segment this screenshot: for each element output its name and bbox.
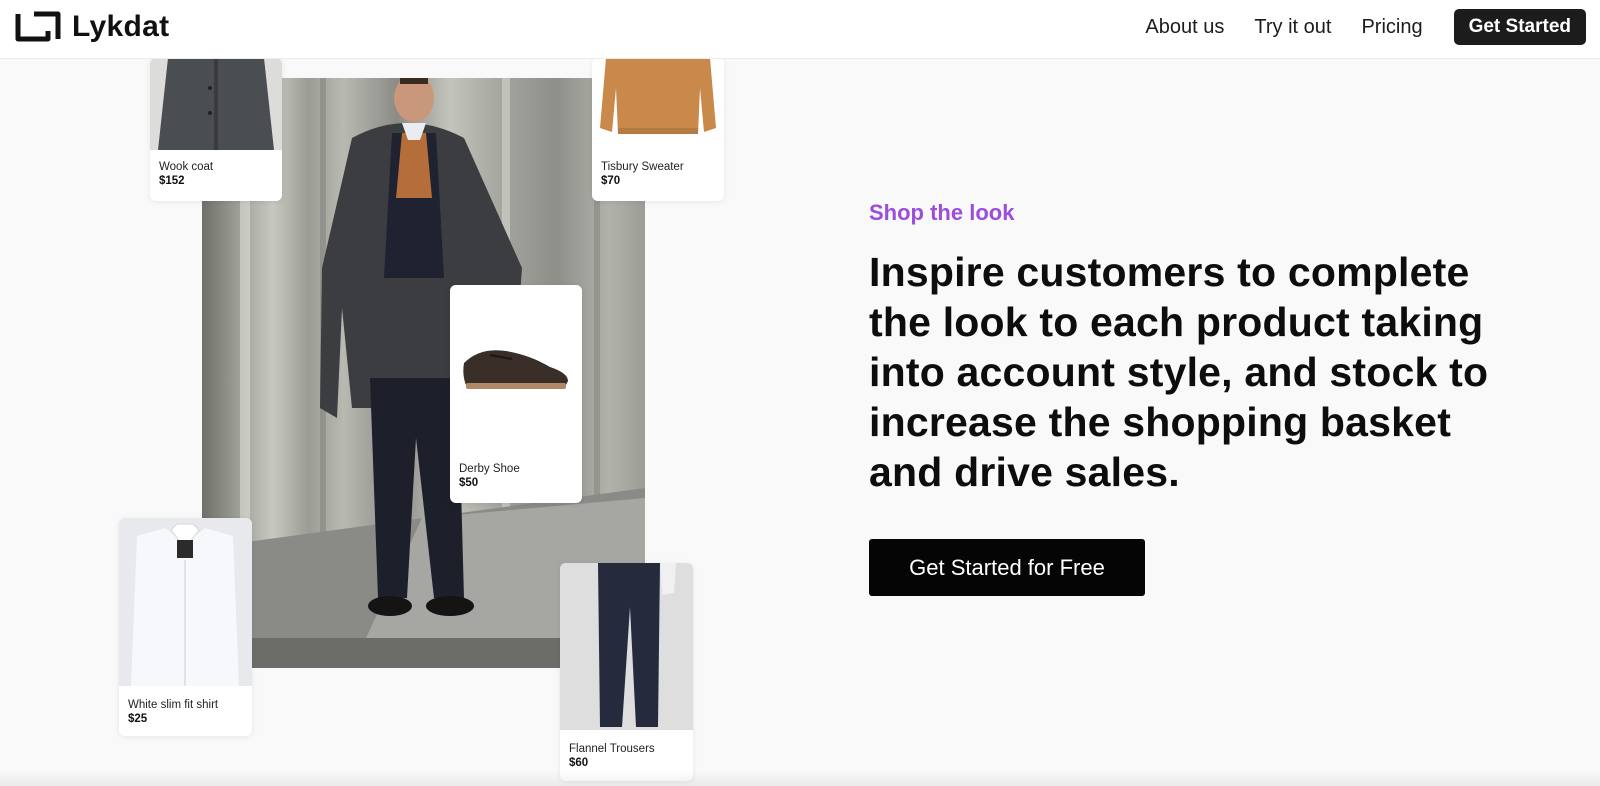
product-image-white-slim-fit-shirt: [119, 518, 252, 686]
section-eyebrow: Shop the look: [869, 200, 1015, 225]
product-image-derby-shoe: [450, 285, 582, 450]
product-card-flannel-trousers[interactable]: Flannel Trousers $60: [560, 563, 693, 781]
product-card-derby-shoe[interactable]: Derby Shoe $50: [450, 285, 582, 503]
get-started-free-button[interactable]: Get Started for Free: [869, 539, 1145, 596]
product-price: $60: [569, 757, 589, 769]
nav-link-pricing[interactable]: Pricing: [1361, 9, 1422, 45]
nav-link-try-it-out[interactable]: Try it out: [1254, 9, 1331, 45]
product-name: Wook coat: [159, 161, 214, 173]
lykdat-logo-icon: [15, 11, 61, 42]
product-card-wook-coat[interactable]: Wook coat $152: [150, 58, 282, 201]
bottom-shadow: [0, 770, 1600, 786]
nav-links: About us Try it out Pricing Get Started: [1145, 9, 1586, 45]
product-card-tisbury-sweater[interactable]: Tisbury Sweater $70: [592, 58, 724, 201]
get-started-button[interactable]: Get Started: [1453, 9, 1586, 45]
nav-link-about[interactable]: About us: [1145, 9, 1224, 45]
product-card-white-slim-fit-shirt[interactable]: White slim fit shirt $25: [119, 518, 252, 736]
brand-logo[interactable]: Lykdat: [14, 10, 169, 44]
product-name: White slim fit shirt: [128, 699, 219, 711]
product-price: $152: [159, 175, 185, 187]
product-price: $25: [128, 713, 148, 725]
top-navbar: Lykdat About us Try it out Pricing Get S…: [0, 0, 1600, 59]
product-name: Flannel Trousers: [569, 743, 655, 755]
brand-name: Lykdat: [72, 10, 170, 43]
product-price: $50: [459, 477, 479, 489]
product-price: $70: [601, 175, 621, 187]
product-name: Derby Shoe: [459, 463, 520, 475]
hero-headline: Inspire customers to complete the look t…: [869, 249, 1489, 495]
product-image-flannel-trousers: [560, 563, 693, 730]
product-image-wook-coat: [150, 58, 282, 150]
product-image-tisbury-sweater: [592, 58, 724, 150]
product-name: Tisbury Sweater: [601, 161, 684, 173]
